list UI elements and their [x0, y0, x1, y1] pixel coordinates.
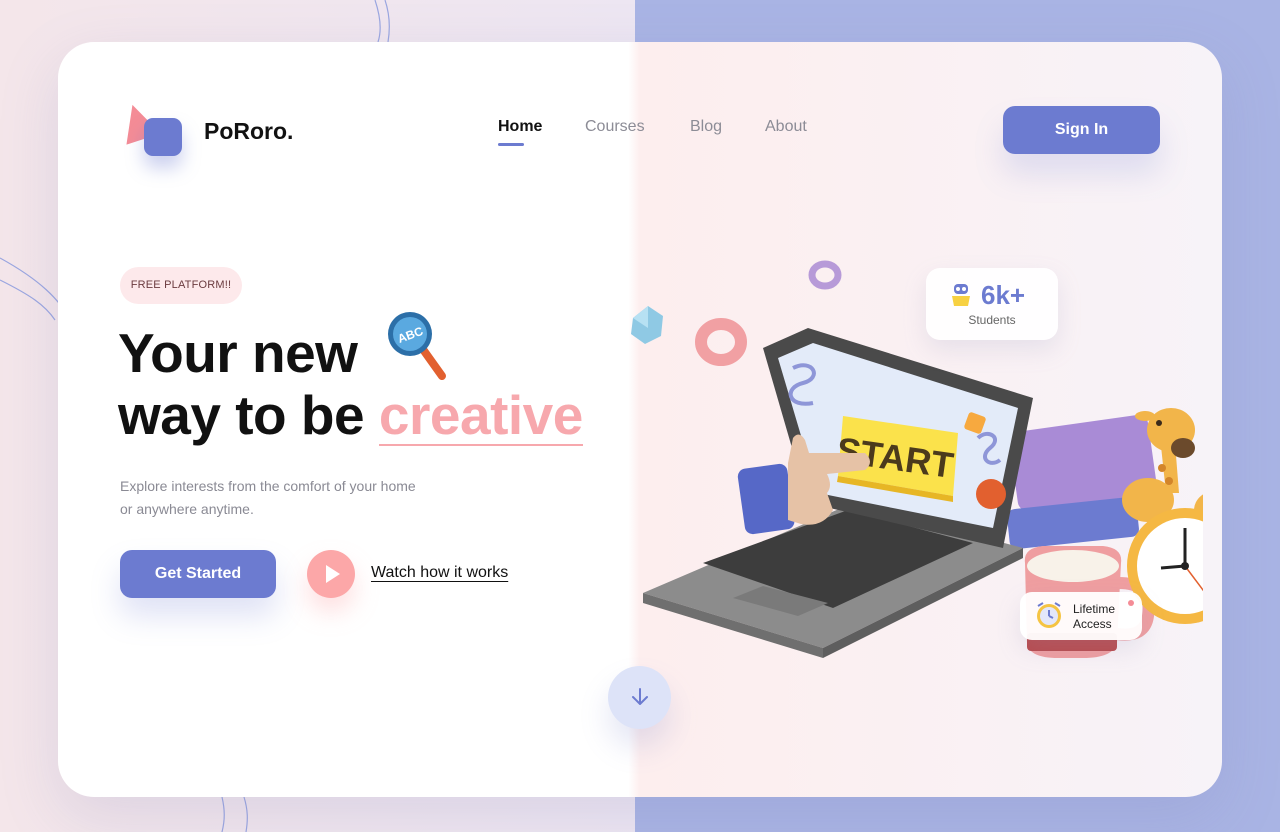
hero-subtext: Explore interests from the comfort of yo…	[120, 478, 416, 517]
landing-card: PoRoro. Home Courses Blog About Sign In …	[58, 42, 1222, 797]
active-nav-indicator	[498, 143, 524, 146]
access-line-2: Access	[1073, 617, 1112, 631]
ring-shape	[695, 318, 747, 366]
notification-dot	[1128, 600, 1134, 606]
headline-accent-word: creative	[378, 384, 583, 446]
nav-item-label: Blog	[690, 118, 723, 135]
brand-name[interactable]: PoRoro.	[204, 118, 293, 145]
students-label: Students	[968, 313, 1016, 327]
brand-logo[interactable]	[115, 99, 190, 158]
nav-item-home[interactable]: Home	[498, 118, 543, 146]
logo-square	[144, 118, 182, 156]
nav-item-blog[interactable]: Blog	[690, 118, 722, 136]
play-icon[interactable]	[307, 550, 355, 598]
headline-line-2-prefix: way to be	[118, 384, 379, 446]
nav-item-courses[interactable]: Courses	[585, 118, 645, 136]
free-platform-badge: FREE PLATFORM!!	[120, 267, 242, 304]
get-started-button[interactable]: Get Started	[120, 550, 276, 598]
headline-line-1: Your new	[118, 322, 358, 384]
scroll-down-button[interactable]	[608, 666, 671, 729]
nav-item-about[interactable]: About	[765, 118, 807, 136]
alarm-clock-icon	[1037, 602, 1061, 628]
hero-headline: Your new way to be creative	[118, 322, 583, 446]
sign-in-button[interactable]: Sign In	[1003, 106, 1160, 154]
watch-how-it-works-link[interactable]: Watch how it works	[371, 564, 508, 582]
headline-line-2: way to be creative	[118, 384, 583, 446]
lifetime-access-card: Lifetime Access	[1020, 592, 1142, 640]
accent-underline	[378, 444, 583, 446]
nav-item-label: Home	[498, 118, 543, 135]
students-stat-card: 6k+ Students	[926, 268, 1058, 340]
robot-icon	[952, 284, 970, 306]
headline-accent-text: creative	[378, 384, 583, 446]
access-line-1: Lifetime	[1073, 602, 1116, 616]
arrow-down-icon	[632, 688, 648, 705]
nav-item-label: About	[765, 118, 807, 135]
students-count: 6k+	[981, 280, 1026, 310]
lifetime-access-text: Lifetime Access	[1073, 602, 1115, 632]
nav-item-label: Courses	[585, 118, 645, 135]
magnifier-icon: ABC	[388, 312, 446, 380]
ring-shape	[808, 260, 842, 290]
hand-sleeve	[737, 463, 795, 535]
